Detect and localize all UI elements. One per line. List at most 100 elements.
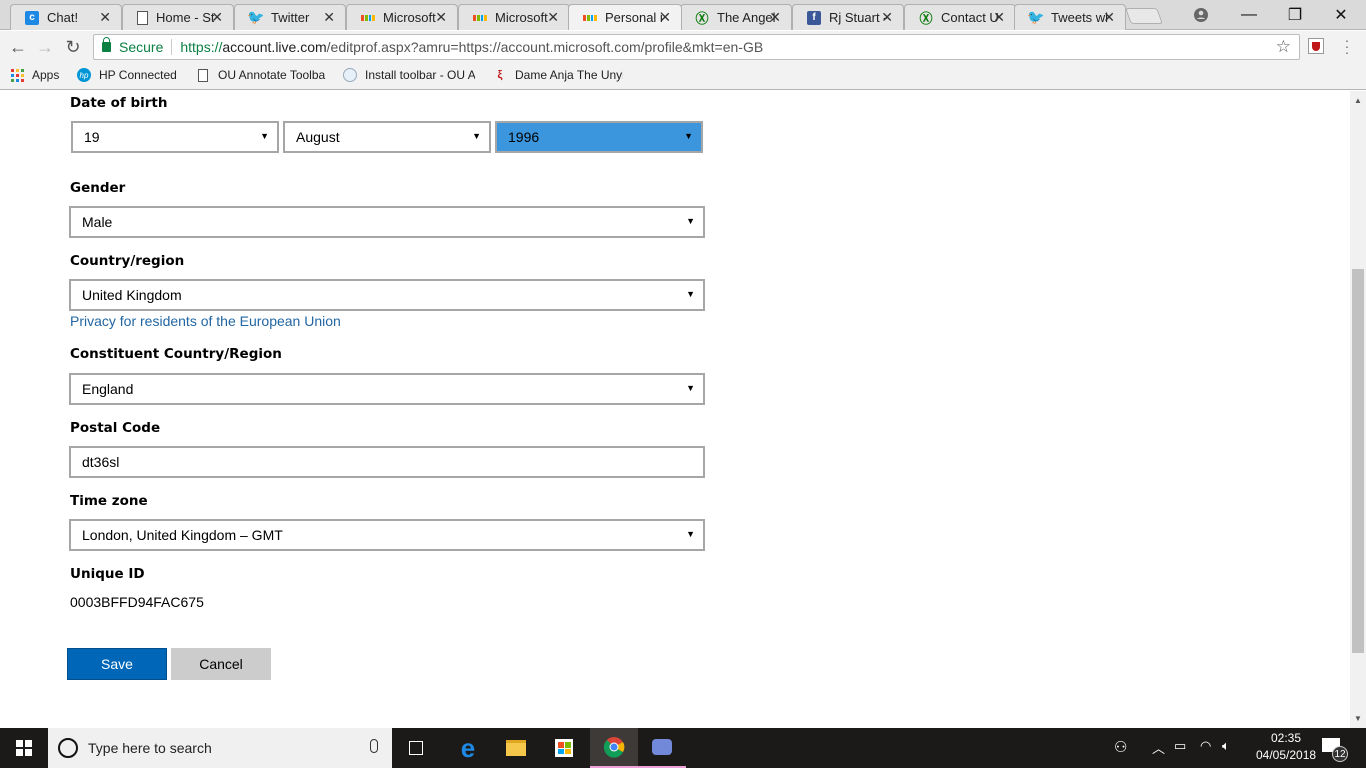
country-select[interactable]: United Kingdom ▼ [69, 279, 705, 311]
bookmark-apps[interactable]: Apps [10, 68, 59, 82]
constituent-select[interactable]: England ▼ [69, 373, 705, 405]
tab-title: Microsoft [495, 10, 548, 25]
microphone-icon[interactable] [370, 739, 378, 753]
gender-select[interactable]: Male ▼ [69, 206, 705, 238]
menu-kebab-icon[interactable]: · · · [1342, 33, 1352, 59]
window-close-button[interactable]: ✕ [1318, 0, 1364, 30]
tab-title: Microsoft [383, 10, 436, 25]
page-scrollbar[interactable]: ▲ ▼ [1350, 91, 1366, 728]
country-value: United Kingdom [82, 287, 182, 303]
bookmark-label: Apps [32, 68, 60, 82]
close-icon[interactable]: ✕ [435, 9, 447, 26]
page-icon [137, 10, 148, 25]
file-explorer-icon[interactable] [492, 728, 540, 768]
dragon-icon: ξ [497, 69, 503, 81]
taskbar-search-box[interactable]: Type here to search [48, 728, 392, 768]
close-icon[interactable]: ✕ [323, 9, 335, 26]
tab-contact[interactable]: Ⓧ Contact U ✕ [904, 4, 1016, 30]
tab-title: Chat! [47, 10, 79, 25]
tab-title: The Angel [717, 10, 775, 25]
bookmark-hp-connected[interactable]: hp HP Connected [77, 68, 177, 82]
forward-button[interactable]: → [33, 35, 57, 59]
back-button[interactable]: ← [6, 35, 30, 59]
tab-the-angel[interactable]: Ⓧ The Angel ✕ [680, 4, 792, 30]
windows-logo-icon [16, 740, 32, 756]
cancel-button[interactable]: Cancel [171, 648, 271, 680]
dob-month-value: August [296, 129, 340, 145]
twitter-icon: 🐦 [1027, 9, 1045, 25]
bookmarks-bar: Apps hp HP Connected OU Annotate Toolba … [0, 63, 1366, 90]
secure-label: Secure [119, 39, 164, 55]
scroll-up-arrow-icon[interactable]: ▲ [1354, 96, 1362, 105]
bookmark-star-icon[interactable]: ☆ [1276, 37, 1291, 57]
tab-tweets[interactable]: 🐦 Tweets wi ✕ [1014, 4, 1126, 30]
constituent-label: Constituent Country/Region [70, 346, 282, 362]
postal-code-input[interactable]: dt36sl [69, 446, 705, 478]
bookmark-install-toolbar[interactable]: Install toolbar - OU A [343, 68, 475, 82]
eu-privacy-link[interactable]: Privacy for residents of the European Un… [70, 313, 341, 329]
close-icon[interactable]: ✕ [993, 9, 1005, 26]
secure-indicator[interactable]: Secure [94, 37, 164, 55]
bookmark-label: HP Connected [99, 68, 177, 82]
bookmark-label: Install toolbar - OU A [365, 68, 475, 82]
tab-title: Tweets wi [1051, 10, 1109, 25]
tab-chat[interactable]: c Chat! ✕ [10, 4, 122, 30]
dob-day-value: 19 [84, 129, 100, 145]
close-icon[interactable]: ✕ [769, 9, 781, 26]
gender-label: Gender [70, 180, 126, 196]
close-icon[interactable]: ✕ [99, 9, 111, 26]
show-hidden-icons-chevron[interactable]: ︿ [1152, 738, 1165, 757]
task-view-icon[interactable] [392, 728, 440, 768]
dob-year-select[interactable]: 1996 ▼ [495, 121, 703, 153]
tab-facebook[interactable]: f Rj Stuart - ✕ [792, 4, 904, 30]
chrome-icon[interactable] [590, 728, 638, 768]
close-icon[interactable]: ✕ [1103, 9, 1115, 26]
tab-microsoft-1[interactable]: Microsoft ✕ [346, 4, 458, 30]
chevron-down-icon: ▼ [686, 383, 695, 393]
cortana-icon [58, 738, 78, 758]
close-icon[interactable]: ✕ [881, 9, 893, 26]
tab-home[interactable]: Home - St ✕ [122, 4, 234, 30]
mcafee-extension-icon[interactable] [1308, 38, 1324, 54]
tab-title: Home - St [156, 10, 214, 25]
url-text[interactable]: https://account.live.com/editprof.aspx?a… [180, 39, 763, 55]
minimize-button[interactable]: — [1226, 0, 1272, 30]
apps-grid-icon [10, 68, 24, 82]
discord-icon[interactable] [638, 728, 686, 768]
wifi-icon[interactable]: ◠ [1200, 738, 1211, 754]
gender-value: Male [82, 214, 113, 230]
tab-microsoft-2[interactable]: Microsoft ✕ [458, 4, 570, 30]
restore-button[interactable]: ❐ [1272, 0, 1318, 30]
address-bar[interactable]: Secure https://account.live.com/editprof… [93, 34, 1300, 60]
microsoft-icon [361, 11, 375, 25]
dob-label: Date of birth [70, 95, 168, 111]
chevron-down-icon: ▼ [684, 131, 693, 141]
people-icon[interactable]: ⚇ [1114, 738, 1127, 756]
bookmark-dame-anja[interactable]: ξ Dame Anja The Unyi [493, 68, 623, 82]
tab-personal-info[interactable]: Personal i ✕ [568, 4, 682, 30]
timezone-select[interactable]: London, United Kingdom – GMT ▼ [69, 519, 705, 551]
store-icon[interactable] [540, 728, 588, 768]
scroll-down-arrow-icon[interactable]: ▼ [1354, 714, 1362, 723]
timezone-label: Time zone [70, 493, 148, 509]
battery-icon[interactable]: ▭ [1174, 738, 1186, 754]
browser-toolbar: ← → ↻ Secure https://account.live.com/ed… [0, 31, 1366, 63]
new-tab-button[interactable] [1125, 8, 1163, 24]
tab-twitter[interactable]: 🐦 Twitter ✕ [234, 4, 346, 30]
start-button[interactable] [0, 728, 48, 768]
volume-icon[interactable]: 🔈︎ [1222, 738, 1230, 754]
profile-icon[interactable] [1178, 0, 1224, 30]
close-icon[interactable]: ✕ [659, 9, 671, 26]
dob-day-select[interactable]: 19 ▼ [71, 121, 279, 153]
xbox-icon: Ⓧ [695, 11, 709, 26]
reload-button[interactable]: ↻ [61, 35, 85, 59]
tab-title: Personal i [605, 10, 663, 25]
close-icon[interactable]: ✕ [211, 9, 223, 26]
bookmark-ou-annotate[interactable]: OU Annotate Toolba [196, 68, 326, 82]
clock[interactable]: 02:35 04/05/2018 [1256, 731, 1316, 762]
close-icon[interactable]: ✕ [547, 9, 559, 26]
dob-month-select[interactable]: August ▼ [283, 121, 491, 153]
save-button[interactable]: Save [67, 648, 167, 680]
edge-icon[interactable]: e [444, 728, 492, 768]
scrollbar-thumb[interactable] [1352, 269, 1364, 653]
